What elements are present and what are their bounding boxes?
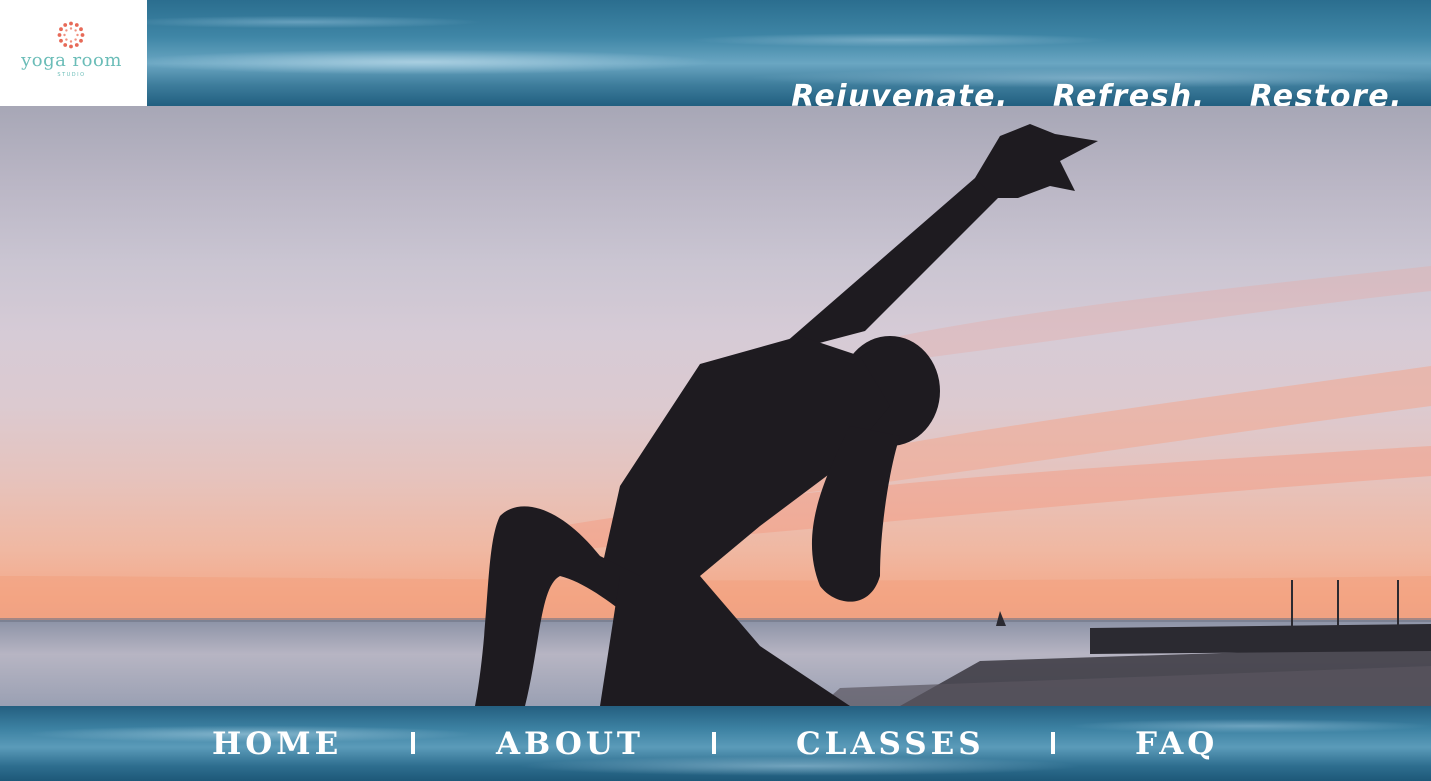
nav-home[interactable]: HOME bbox=[212, 726, 342, 762]
nav-separator bbox=[712, 732, 716, 754]
nav-classes[interactable]: CLASSES bbox=[796, 726, 985, 762]
nav-faq[interactable]: FAQ bbox=[1135, 726, 1218, 762]
logo-wordmark: yoga room bbox=[21, 50, 122, 71]
dotted-ring-icon bbox=[57, 21, 85, 49]
main-nav: HOME ABOUT CLASSES FAQ bbox=[0, 706, 1431, 781]
logo[interactable]: yoga room STUDIO bbox=[0, 0, 147, 106]
logo-subtitle: STUDIO bbox=[57, 72, 86, 78]
yoga-silhouette-illustration bbox=[0, 124, 1431, 706]
nav-about[interactable]: ABOUT bbox=[496, 726, 644, 762]
nav-separator bbox=[411, 732, 415, 754]
hero-image bbox=[0, 106, 1431, 706]
nav-separator bbox=[1051, 732, 1055, 754]
